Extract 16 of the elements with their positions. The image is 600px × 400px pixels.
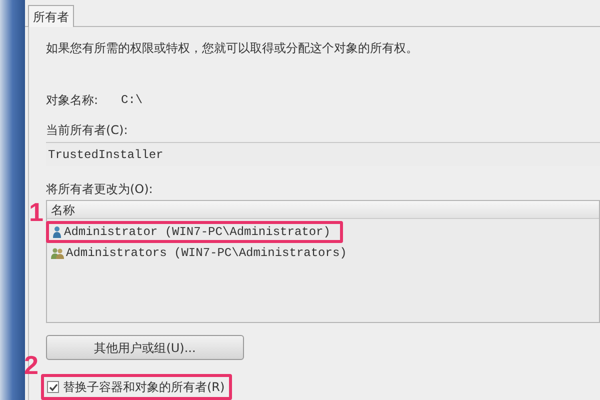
object-name-value: C:\	[121, 92, 143, 109]
users-icon	[51, 247, 64, 259]
user-icon	[52, 226, 62, 238]
column-header[interactable]: 名称	[47, 201, 599, 219]
change-owner-label: 将所有者更改为(O):	[46, 181, 154, 198]
current-owner-label: 当前所有者(C):	[46, 122, 129, 139]
list-item[interactable]: Administrator (WIN7-PC\Administrator)	[46, 221, 344, 243]
description-text: 如果您有所需的权限或特权，您就可以取得或分配这个对象的所有权。	[46, 40, 419, 57]
tab[interactable]: 所有者	[28, 5, 74, 27]
check-icon	[48, 382, 58, 392]
replace-owner-checkbox[interactable]: 替换子容器和对象的所有者(R)	[41, 374, 232, 400]
checkbox[interactable]	[47, 381, 59, 393]
callout-number: 1	[29, 199, 44, 225]
other-users-button[interactable]: 其他用户或组(U)...	[46, 335, 244, 360]
object-name-label: 对象名称:	[46, 92, 100, 109]
list-item[interactable]: Administrators (WIN7-PC\Administrators)	[51, 244, 347, 262]
